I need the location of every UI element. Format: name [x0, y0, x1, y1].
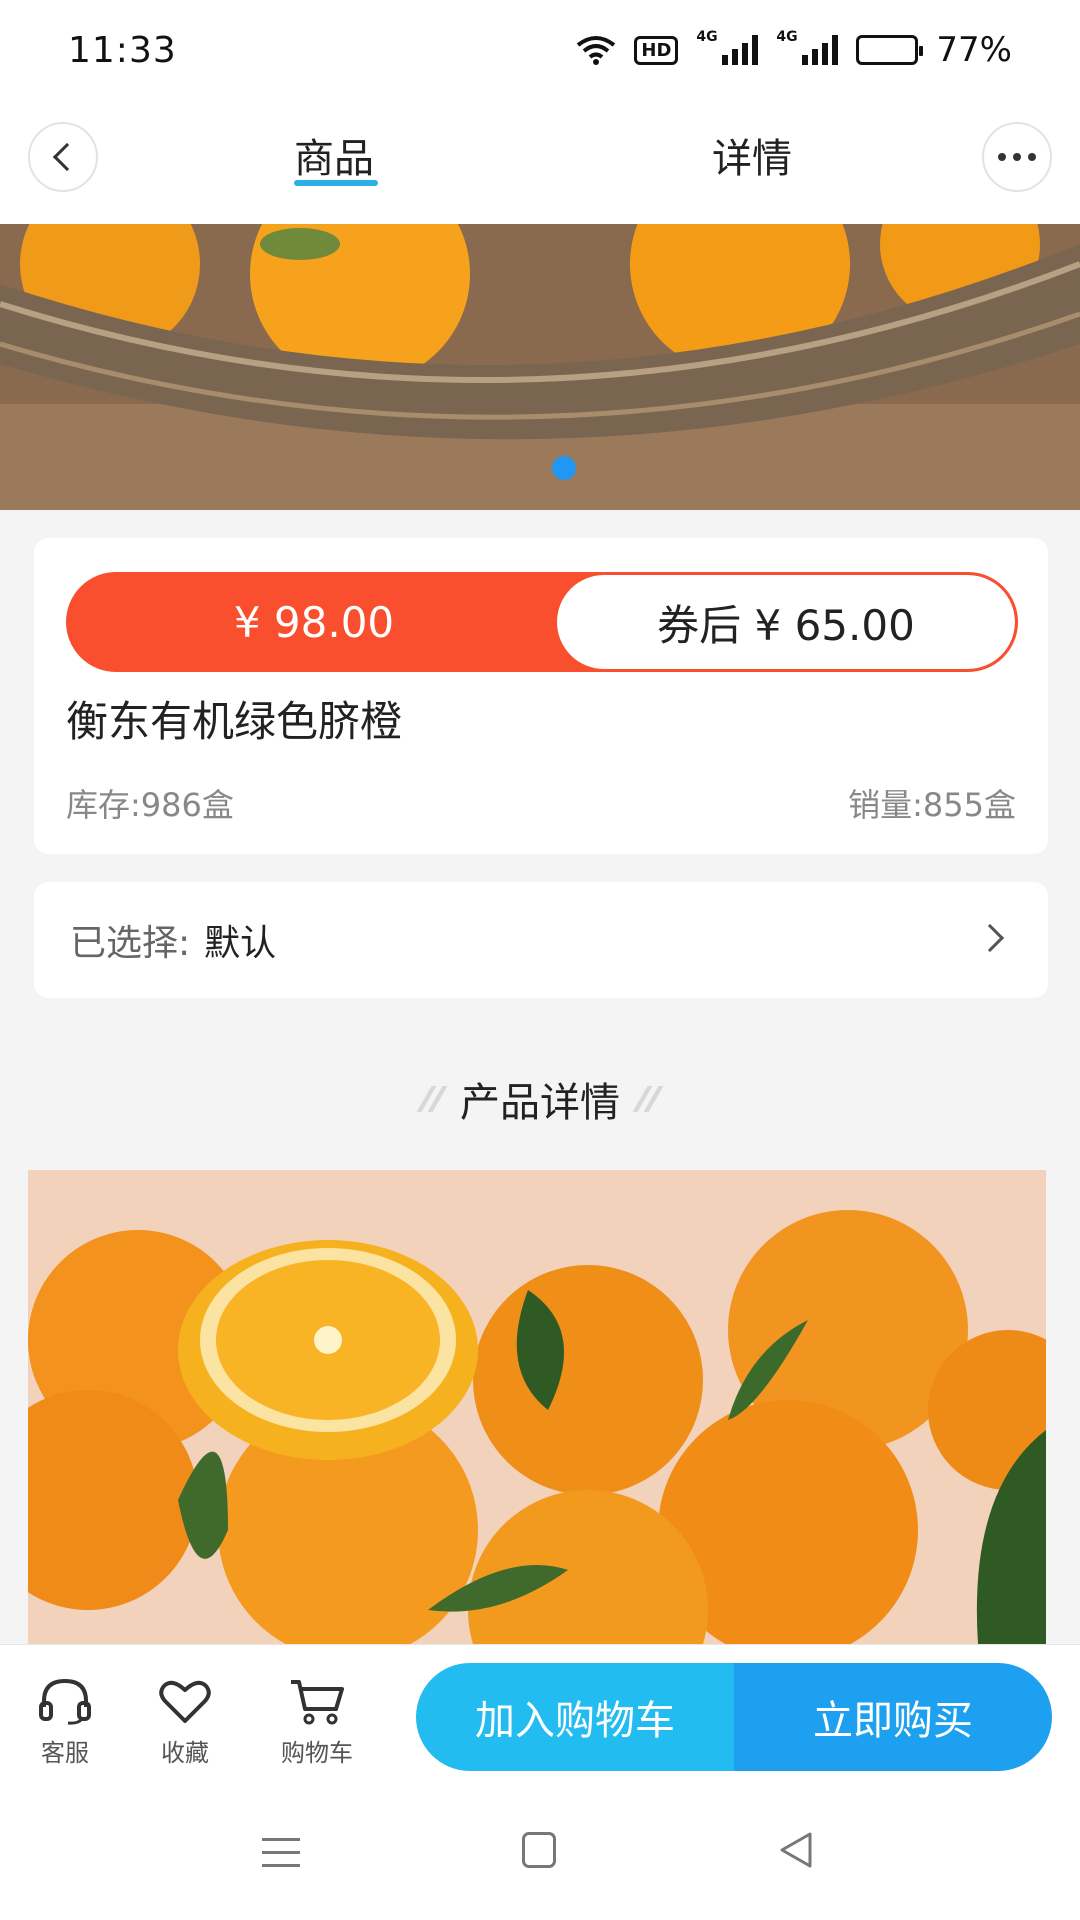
customer-service-button[interactable]: 客服 [10, 1677, 120, 1768]
back-triangle-icon[interactable] [778, 1830, 814, 1870]
wifi-icon [577, 36, 616, 65]
status-icons: HD 4G 4G 77% [576, 29, 1012, 70]
system-navigation-bar [0, 1784, 1080, 1920]
price-card: ¥ 98.00 券后 ¥ 65.00 衡东有机绿色脐橙 库存:986盒 销量:8… [34, 538, 1048, 854]
section-header: 产品详情 [0, 1064, 1080, 1134]
signal-icon: 4G [696, 29, 759, 65]
stock-count: 库存:986盒 [66, 786, 234, 824]
spec-value: 默认 [204, 923, 277, 964]
more-button[interactable] [982, 122, 1052, 192]
carousel-indicator[interactable] [552, 456, 576, 480]
chevron-right-icon [975, 923, 1005, 953]
product-detail-image [28, 1170, 1046, 1644]
more-dots-icon [998, 153, 1036, 161]
back-button[interactable] [28, 122, 98, 192]
status-bar: 11:33 HD 4G 4G 77% [0, 0, 1080, 100]
coupon-price: 券后 ¥ 65.00 [557, 575, 1015, 669]
spec-selector[interactable]: 已选择: 默认 [34, 882, 1048, 998]
spec-label: 已选择: [70, 923, 191, 964]
nav-bar: 商品 详情 [0, 100, 1080, 224]
favorite-label: 收藏 [161, 1739, 209, 1767]
tab-goods[interactable]: 商品 [294, 126, 374, 184]
favorite-button[interactable]: 收藏 [130, 1677, 240, 1768]
signal-icon: 4G [776, 29, 839, 65]
product-banner-image[interactable] [0, 224, 1080, 510]
headset-icon [39, 1678, 91, 1725]
buy-now-button[interactable]: 立即购买 [734, 1663, 1052, 1771]
cart-icon [291, 1680, 344, 1725]
tab-active-indicator [294, 180, 378, 186]
battery-percent: 77% [936, 30, 1012, 70]
customer-service-label: 客服 [41, 1739, 89, 1767]
price-pill: ¥ 98.00 券后 ¥ 65.00 [66, 572, 1018, 672]
bottom-action-bar: 客服 收藏 购物车 加入购物车 立即购买 [0, 1644, 1080, 1784]
add-to-cart-button[interactable]: 加入购物车 [416, 1663, 734, 1771]
tab-detail[interactable]: 详情 [712, 126, 792, 184]
sales-count: 销量:855盒 [848, 786, 1016, 824]
home-icon[interactable] [522, 1832, 556, 1868]
original-price: ¥ 98.00 [233, 597, 395, 647]
cart-button[interactable]: 购物车 [262, 1677, 372, 1768]
hd-badge: HD [634, 35, 679, 65]
decoration-icon [416, 1086, 448, 1112]
chevron-left-icon [52, 142, 82, 172]
status-time: 11:33 [68, 29, 177, 71]
section-title: 产品详情 [460, 1080, 620, 1126]
cart-label: 购物车 [281, 1739, 353, 1767]
product-title: 衡东有机绿色脐橙 [66, 697, 403, 746]
battery-icon [856, 35, 924, 65]
menu-icon[interactable] [262, 1838, 300, 1877]
decoration-icon [632, 1086, 664, 1112]
heart-icon [159, 1680, 211, 1723]
